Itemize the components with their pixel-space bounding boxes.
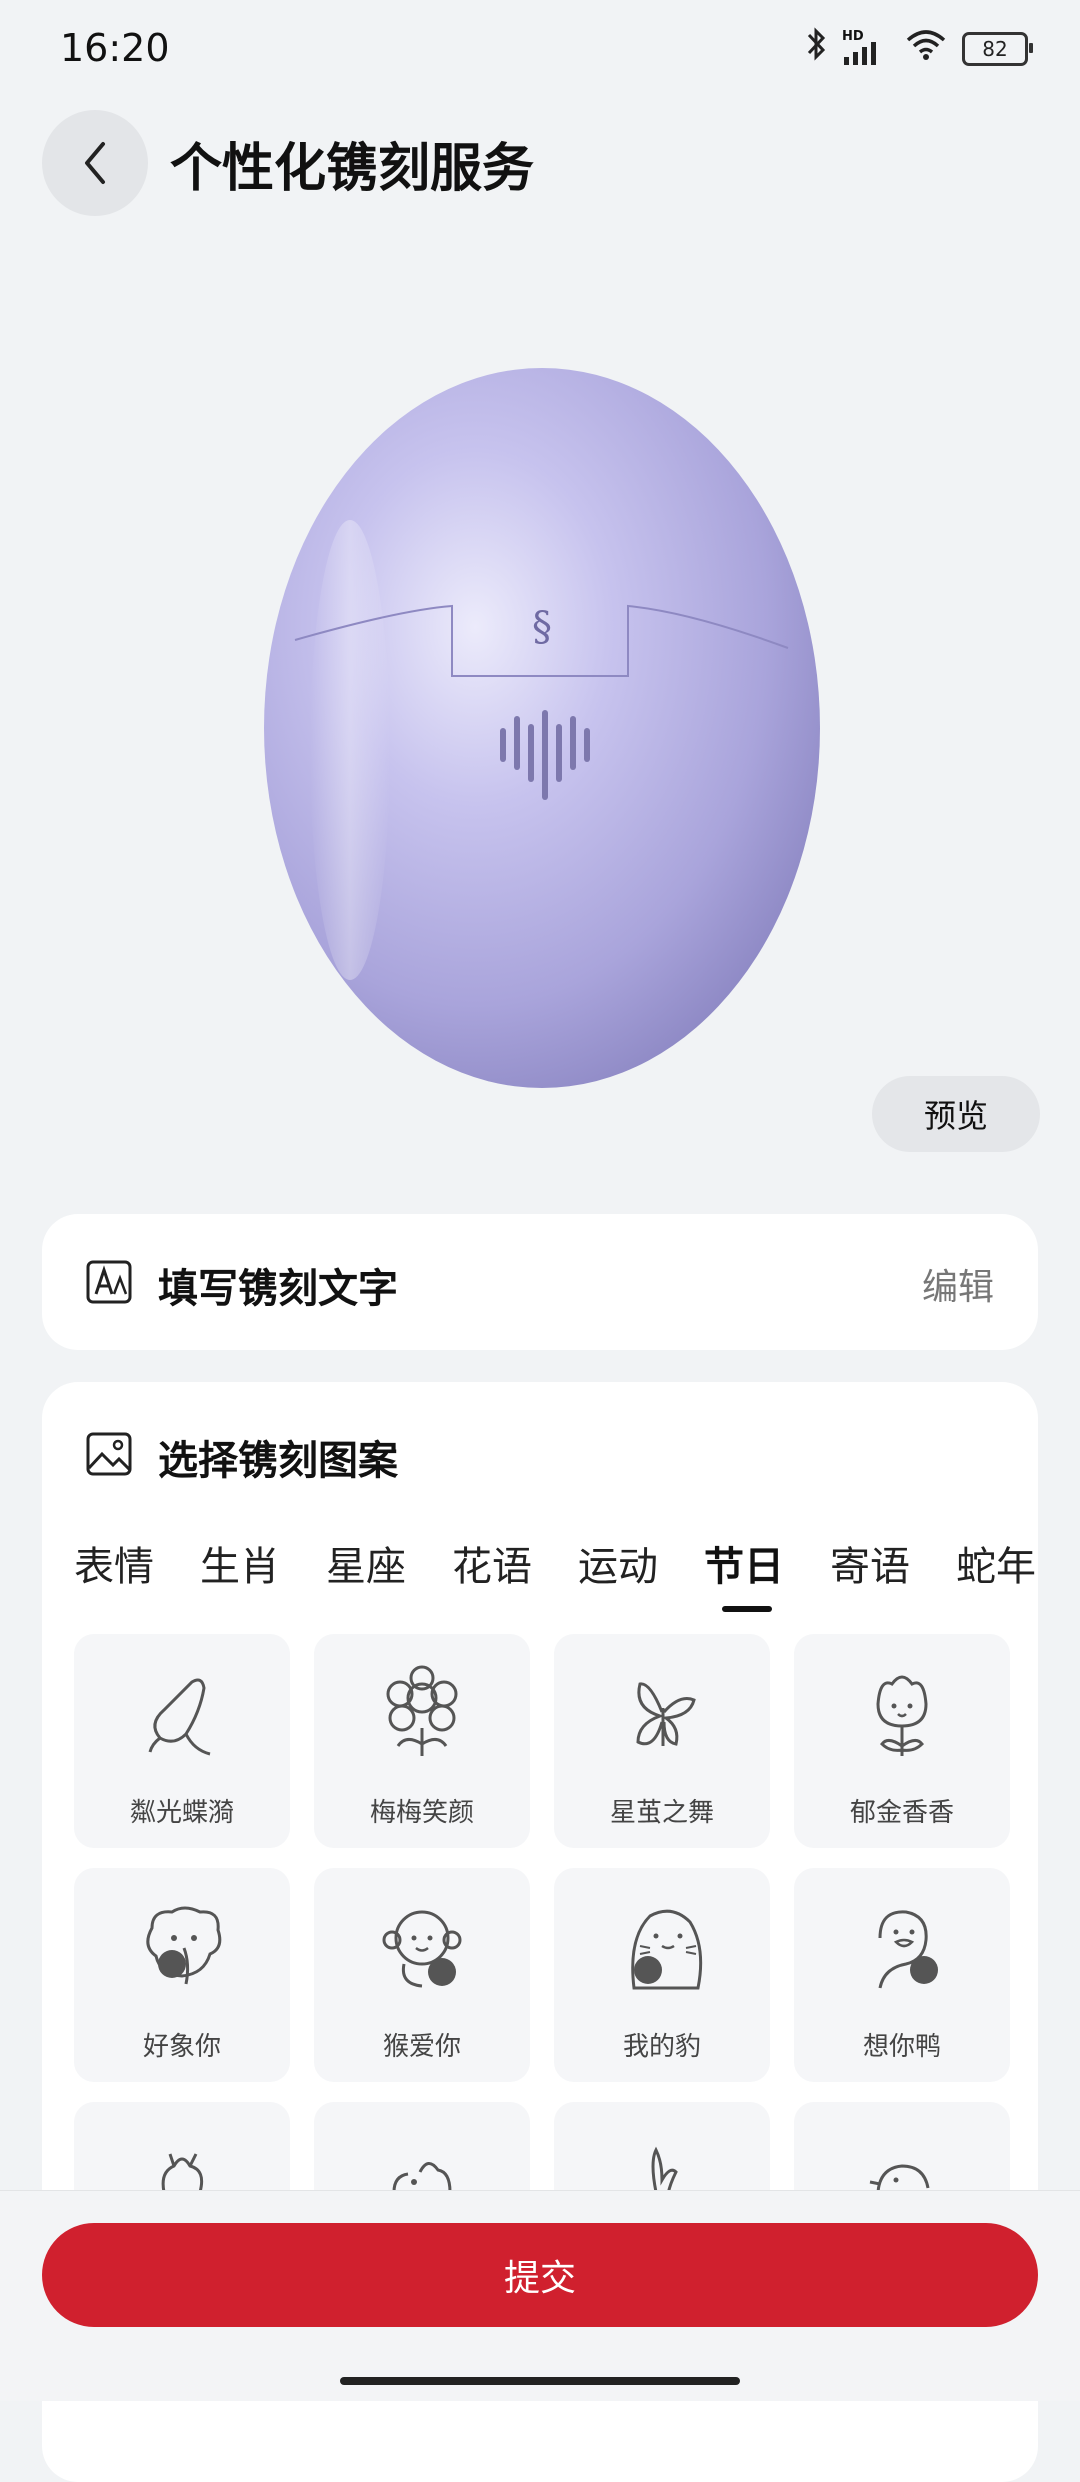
pattern-tile[interactable]: 梅梅笑颜 bbox=[314, 1634, 530, 1848]
tab-category[interactable]: 运动 bbox=[578, 1534, 704, 1614]
status-icons: HD 82 bbox=[806, 26, 1033, 71]
cellular-signal-icon: HD bbox=[842, 29, 890, 69]
butterfly-icon bbox=[636, 1682, 696, 1746]
pattern-card-title: 选择镌刻图案 bbox=[158, 1438, 398, 1484]
pattern-label: 郁金香香 bbox=[849, 1798, 954, 1828]
chevron-left-icon bbox=[85, 142, 105, 184]
flower-icon bbox=[386, 1665, 458, 1756]
pattern-tile[interactable]: 想你鸭 bbox=[794, 1868, 1010, 2082]
wifi-icon bbox=[904, 26, 948, 71]
earbuds-case-image: § bbox=[264, 368, 820, 1088]
pattern-category-tabs: 表情 生肖 星座 花语 运动 节日 寄语 蛇年 bbox=[74, 1534, 1038, 1614]
text-card-title: 填写镌刻文字 bbox=[158, 1266, 398, 1312]
text-font-icon bbox=[86, 1260, 132, 1304]
svg-text:§: § bbox=[532, 604, 552, 650]
status-time: 16:20 bbox=[60, 26, 170, 70]
pattern-label: 梅梅笑颜 bbox=[369, 1798, 474, 1828]
pattern-tile[interactable]: 我的豹 bbox=[554, 1868, 770, 2082]
bottom-action-bar: 提交 bbox=[0, 2190, 1080, 2401]
elephant-icon bbox=[146, 1906, 222, 1985]
page-title: 个性化镌刻服务 bbox=[170, 139, 535, 199]
pattern-label: 想你鸭 bbox=[862, 2032, 941, 2062]
tab-category-active[interactable]: 节日 bbox=[704, 1534, 830, 1614]
tab-category[interactable]: 花语 bbox=[452, 1534, 578, 1614]
tab-category[interactable]: 星座 bbox=[326, 1534, 452, 1614]
duck-icon bbox=[878, 1910, 938, 1989]
pattern-tile[interactable]: 郁金香香 bbox=[794, 1634, 1010, 1848]
back-button[interactable] bbox=[42, 110, 148, 216]
battery-level: 82 bbox=[982, 36, 1008, 61]
submit-button[interactable]: 提交 bbox=[42, 2223, 1038, 2327]
edit-text-link[interactable]: 编辑 bbox=[922, 1258, 994, 1310]
pattern-tile[interactable]: 好象你 bbox=[74, 1868, 290, 2082]
tab-category[interactable]: 表情 bbox=[74, 1534, 200, 1614]
bluetooth-icon bbox=[806, 26, 828, 71]
pattern-label: 粼光蝶漪 bbox=[129, 1798, 234, 1828]
tulip-icon bbox=[876, 1675, 928, 1756]
status-bar: 16:20 HD 82 bbox=[0, 0, 1080, 100]
monkey-icon bbox=[382, 1910, 462, 1988]
text-engraving-card[interactable]: 填写镌刻文字 编辑 bbox=[42, 1214, 1038, 1350]
pattern-label: 星茧之舞 bbox=[609, 1798, 714, 1828]
pattern-tile[interactable]: 星茧之舞 bbox=[554, 1634, 770, 1848]
pattern-label: 猴爱你 bbox=[382, 2032, 461, 2062]
tab-category[interactable]: 蛇年 bbox=[956, 1534, 1038, 1614]
preview-button[interactable]: 预览 bbox=[872, 1076, 1040, 1152]
seal-icon bbox=[631, 1909, 703, 1990]
image-icon bbox=[86, 1432, 132, 1476]
pattern-tile[interactable]: 猴爱你 bbox=[314, 1868, 530, 2082]
tab-category[interactable]: 寄语 bbox=[830, 1534, 956, 1614]
home-indicator[interactable] bbox=[340, 2377, 740, 2385]
butterfly-icon bbox=[148, 1678, 211, 1756]
battery-icon: 82 bbox=[962, 31, 1033, 66]
tab-category[interactable]: 生肖 bbox=[200, 1534, 326, 1614]
pattern-label: 好象你 bbox=[142, 2032, 221, 2062]
pattern-label: 我的豹 bbox=[622, 2032, 701, 2062]
pattern-tile[interactable]: 粼光蝶漪 bbox=[74, 1634, 290, 1848]
